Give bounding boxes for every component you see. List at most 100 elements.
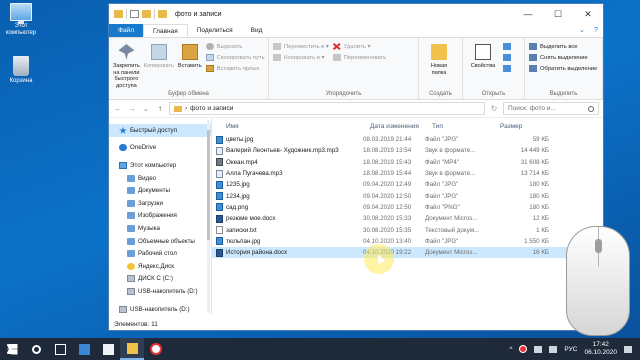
nav-item-label: OneDrive (130, 144, 157, 152)
quick-access-toolbar (109, 9, 167, 19)
nav-item[interactable]: OneDrive (109, 142, 211, 155)
file-name: История района.docx (226, 249, 288, 257)
back-button[interactable]: ← (113, 104, 123, 113)
select-all-button[interactable]: Выделить все (529, 43, 597, 50)
nav-item[interactable]: Загрузки (109, 197, 211, 210)
record-icon[interactable] (519, 345, 528, 353)
file-type: Файл "JPG" (425, 136, 459, 144)
up-button[interactable]: ↑ (155, 104, 165, 113)
file-date: 08.03.2019 21:44 (363, 136, 412, 144)
title-bar[interactable]: фото и записи — ☐ ✕ (109, 4, 603, 24)
refresh-button[interactable]: ↻ (489, 104, 499, 113)
nav-item-label: Музыка (138, 224, 160, 232)
paste-shortcut-button[interactable]: Вставить ярлык (205, 65, 265, 72)
nav-item[interactable]: Быстрый доступ (109, 124, 211, 137)
properties-icon[interactable] (130, 10, 139, 18)
nav-item[interactable]: Музыка (109, 222, 211, 235)
tray-caret[interactable]: ^ (509, 346, 512, 353)
column-name[interactable]: Имя (226, 123, 370, 130)
store-button[interactable] (72, 338, 96, 360)
maximize-button[interactable]: ☐ (543, 4, 573, 24)
open-icon (503, 43, 511, 50)
volume-icon[interactable] (549, 345, 558, 353)
desktop-icon-this-pc[interactable]: Этот компьютер (3, 3, 39, 37)
file-row[interactable]: Валерий Леонтьев- Художник.mp3.mp3 18.08.… (212, 145, 603, 156)
cloud-icon (119, 144, 127, 152)
help-icon[interactable]: ? (589, 24, 603, 37)
open-button[interactable] (503, 43, 511, 50)
tab-file[interactable]: Файл (109, 24, 143, 37)
breadcrumb[interactable]: фото и записи (190, 105, 233, 112)
search-button[interactable] (24, 338, 48, 360)
nav-item-label: Рабочий стол (138, 250, 177, 258)
task-view-button[interactable] (48, 338, 72, 360)
explorer-taskbar-button[interactable] (120, 338, 144, 360)
desktop-icon-recycle-bin[interactable]: Корзина (3, 56, 39, 85)
nav-item[interactable]: Документы (109, 184, 211, 197)
nav-item[interactable]: Изображения (109, 210, 211, 223)
mail-button[interactable] (96, 338, 120, 360)
network-icon[interactable] (534, 345, 543, 353)
forward-button[interactable]: → (127, 104, 137, 113)
nav-item[interactable]: USB-накопитель (D:) (109, 285, 211, 298)
tab-share[interactable]: Поделиться (188, 24, 242, 37)
group-select: Выделить все Снять выделение Обратить вы… (525, 38, 603, 99)
group-organize: Переместить в ▾ Копировать в ▾ Удалить ▾… (269, 38, 419, 99)
nav-item[interactable]: USB-накопитель (D:) (109, 303, 211, 316)
nav-item[interactable]: Объемные объекты (109, 235, 211, 248)
history-button[interactable] (503, 65, 511, 72)
file-row[interactable]: тюльпан.jpg 04.10.2020 13:40 Файл "JPG" 1 5… (212, 236, 603, 247)
nav-item[interactable]: Видео (109, 172, 211, 185)
edit-button[interactable] (503, 54, 511, 61)
file-row[interactable]: Океан.mp4 18.08.2019 15:43 Файл "MP4" 31 60… (212, 157, 603, 168)
minimize-button[interactable]: — (513, 4, 543, 24)
recent-locations-button[interactable]: ⌄ (141, 104, 151, 113)
file-row[interactable]: 1234.jpg 09.04.2020 12:50 Файл "JPG" 180 КБ (212, 190, 603, 201)
file-size: 180 КБ (529, 203, 549, 211)
start-button[interactable] (0, 338, 24, 360)
address-bar[interactable]: › фото и записи (169, 102, 485, 115)
notifications-icon[interactable] (624, 345, 632, 353)
nav-item[interactable]: Рабочий стол (109, 247, 211, 260)
file-row[interactable]: Алла Пугачева.mp3 18.08.2019 15:44 Звук в … (212, 168, 603, 179)
tab-home[interactable]: Главная (142, 24, 188, 37)
yandex-browser-button[interactable] (144, 338, 168, 360)
nav-item[interactable]: ДИСК С (C:) (109, 273, 211, 286)
column-size[interactable]: Размер (500, 123, 560, 130)
file-type: Звук в формате... (425, 170, 476, 178)
file-row[interactable]: записки.txt 30.08.2020 15:35 Текстовый док… (212, 224, 603, 235)
file-row[interactable]: цветы.jpg 08.03.2019 21:44 Файл "JPG" 59 КБ (212, 134, 603, 145)
invert-selection-button[interactable]: Обратить выделение (529, 65, 597, 72)
new-folder-icon[interactable] (142, 10, 151, 18)
nav-scrollbar[interactable] (207, 120, 210, 313)
group-label: Упорядочить (325, 91, 362, 97)
file-row[interactable]: резюме мое.docx 30.08.2020 15:33 Документ … (212, 213, 603, 224)
language-indicator[interactable]: РУС (564, 346, 577, 353)
select-none-button[interactable]: Снять выделение (529, 54, 597, 61)
tab-view[interactable]: Вид (242, 24, 272, 37)
clock[interactable]: 17:42 06.10.2020 (584, 341, 617, 357)
delete-button[interactable]: Удалить ▾ (332, 43, 387, 50)
rename-button[interactable]: Переименовать (332, 54, 386, 61)
nav-item[interactable]: Этот компьютер (109, 159, 211, 172)
file-type: Звук в формате... (425, 147, 476, 155)
word-document-icon (216, 248, 223, 257)
file-type: Документ Micros... (425, 215, 478, 223)
text-file-icon (216, 226, 223, 235)
item-count: Элементов: 11 (114, 320, 158, 328)
nav-item[interactable]: Яндекс.Диск (109, 260, 211, 273)
copy-path-button[interactable]: Скопировать путь (205, 54, 265, 61)
search-input[interactable]: Поиск: фото и... (503, 102, 599, 115)
file-row[interactable]: сад.png 09.04.2020 12:50 Файл "PNG" 180 КБ (212, 202, 603, 213)
file-row[interactable]: История района.docx04.10.2020 19:22Докум… (212, 246, 603, 259)
close-button[interactable]: ✕ (573, 4, 603, 24)
file-name: 1234.jpg (226, 192, 250, 200)
column-date[interactable]: Дата изменения (370, 123, 432, 130)
move-to-button[interactable]: Переместить в ▾ (273, 43, 329, 50)
column-type[interactable]: Тип (432, 123, 500, 130)
copy-to-button[interactable]: Копировать в ▾ (273, 54, 329, 61)
cut-button[interactable]: Вырезать (205, 43, 265, 50)
folder-icon (127, 174, 135, 182)
file-row[interactable]: 1235.jpg 09.04.2020 12:49 Файл "JPG" 180 КБ (212, 179, 603, 190)
chevron-down-icon[interactable]: ⌄ (575, 24, 589, 37)
